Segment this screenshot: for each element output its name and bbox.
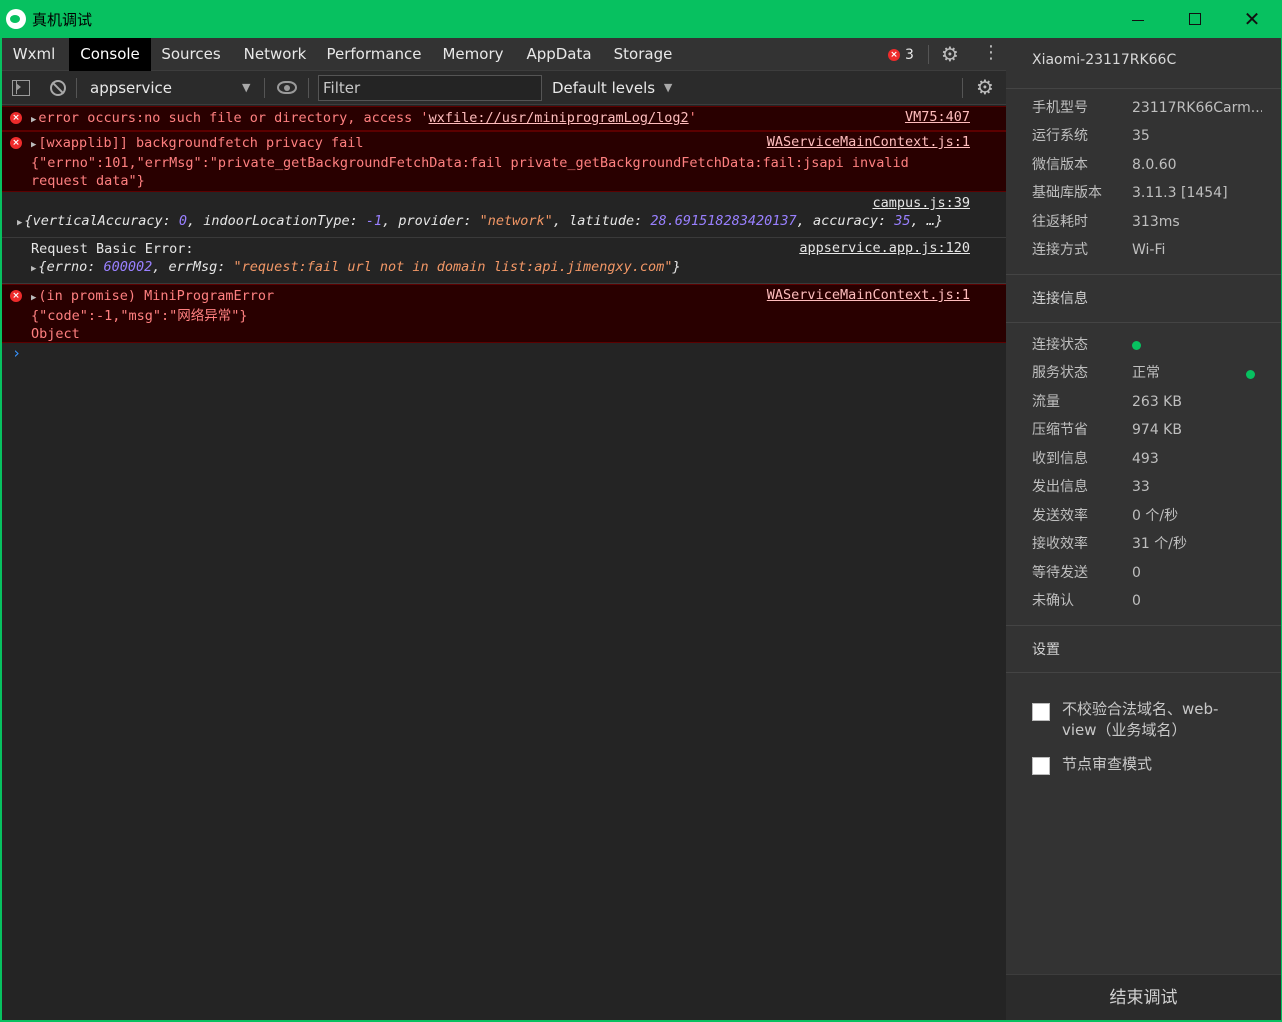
panel-divider — [1006, 625, 1281, 626]
minimize-icon — [1132, 19, 1144, 21]
close-button[interactable]: ✕ — [1224, 0, 1280, 38]
file-link[interactable]: wxfile://usr/miniprogramLog/log2 — [429, 110, 689, 126]
connection-status-dot-icon — [1132, 341, 1141, 350]
connection-info-title: 连接信息 — [1032, 291, 1088, 307]
panel-divider — [1006, 88, 1281, 89]
error-count-badge[interactable]: × 3 — [888, 47, 914, 63]
console-output: × ▶ error occurs:no such file or director… — [2, 106, 1006, 367]
skip-domain-check-label[interactable]: 不校验合法域名、web-view（业务域名） — [1062, 699, 1252, 741]
chevron-down-icon: ▼ — [663, 81, 673, 94]
console-message-error: × ▶ error occurs:no such file or director… — [2, 106, 1006, 131]
console-message-log: campus.js:39 ▶ {verticalAccuracy: 0, indo… — [2, 192, 1006, 238]
toolbar-divider — [308, 78, 309, 98]
console-message-log: Request Basic Error: appservice.app.js:1… — [2, 238, 1006, 284]
title-bar: 真机调试 ✕ — [0, 0, 1282, 38]
info-row: 微信版本 8.0.60 — [1032, 157, 1177, 173]
console-prompt-row[interactable]: › — [2, 343, 1006, 367]
info-row: 运行系统 35 — [1032, 128, 1150, 144]
expand-triangle-icon[interactable]: ▶ — [31, 264, 36, 274]
console-message-error: × ▶ [wxapplib]] backgroundfetch privacy f… — [2, 131, 1006, 192]
tab-performance[interactable]: Performance — [321, 38, 427, 71]
tab-console[interactable]: Console — [69, 38, 151, 71]
info-row: 连接方式 Wi-Fi — [1032, 242, 1166, 258]
devtools-pane: Wxml Console Sources Network Performance… — [2, 38, 1006, 1020]
console-prompt-icon: › — [12, 344, 22, 362]
service-status-dot-icon — [1246, 370, 1255, 379]
sidebar-toggle-icon[interactable] — [12, 80, 30, 96]
device-info-panel: Xiaomi-23117RK66C 手机型号 23117RK66Carm... 运… — [1006, 38, 1281, 1020]
expand-triangle-icon[interactable]: ▶ — [31, 115, 36, 125]
info-row: 连接状态 — [1032, 337, 1088, 353]
tab-appdata[interactable]: AppData — [518, 38, 600, 71]
error-icon: × — [10, 112, 22, 124]
node-inspect-label[interactable]: 节点审查模式 — [1062, 754, 1252, 775]
devtools-tab-bar: Wxml Console Sources Network Performance… — [2, 38, 1006, 71]
error-icon: × — [888, 49, 900, 61]
tab-storage[interactable]: Storage — [604, 38, 682, 71]
expand-triangle-icon[interactable]: ▶ — [31, 293, 36, 303]
console-message-error: × ▶ (in promise) MiniProgramError {"code"… — [2, 284, 1006, 343]
panel-divider — [1006, 274, 1281, 275]
log-levels-dropdown[interactable]: Default levels ▼ — [552, 75, 672, 101]
console-settings-gear-icon[interactable]: ⚙ — [976, 77, 994, 97]
chevron-down-icon: ▼ — [242, 81, 251, 94]
close-icon: ✕ — [1243, 7, 1261, 31]
settings-title: 设置 — [1032, 642, 1060, 658]
tab-memory[interactable]: Memory — [432, 38, 514, 71]
source-link[interactable]: WAServiceMainContext.js:1 — [767, 287, 970, 303]
toolbar-divider — [76, 78, 77, 98]
object-preview[interactable]: ▶ {errno: 600002, errMsg: "request:fail u… — [31, 258, 970, 278]
info-row: 基础库版本 3.11.3 [1454] — [1032, 185, 1228, 201]
maximize-button[interactable] — [1167, 0, 1223, 38]
object-preview[interactable]: ▶ {verticalAccuracy: 0, indoorLocationTyp… — [17, 212, 970, 232]
console-toolbar: appservice ▼ Default levels ▼ ⚙ — [2, 71, 1006, 105]
source-link[interactable]: WAServiceMainContext.js:1 — [767, 134, 970, 150]
error-count: 3 — [905, 47, 914, 63]
toolbar-divider — [264, 78, 265, 98]
toolbar-divider — [962, 78, 963, 98]
clear-console-icon[interactable] — [50, 80, 66, 96]
source-link[interactable]: appservice.app.js:120 — [799, 240, 970, 256]
error-icon: × — [10, 290, 22, 302]
info-row: 发送效率 0 个/秒 — [1032, 508, 1179, 524]
maximize-icon — [1189, 13, 1201, 25]
log-levels-value: Default levels — [552, 79, 656, 97]
tab-network[interactable]: Network — [233, 38, 317, 71]
info-row: 手机型号 23117RK66Carm... — [1032, 100, 1262, 116]
tab-divider — [928, 45, 929, 64]
node-inspect-checkbox[interactable] — [1032, 757, 1050, 775]
info-row: 服务状态 正常 — [1032, 365, 1160, 381]
skip-domain-check-checkbox[interactable] — [1032, 703, 1050, 721]
info-row: 等待发送 0 — [1032, 565, 1141, 581]
tab-sources[interactable]: Sources — [154, 38, 228, 71]
info-row: 未确认 0 — [1032, 593, 1141, 609]
source-link[interactable]: campus.js:39 — [872, 195, 970, 211]
info-row: 往返耗时 313ms — [1032, 214, 1180, 230]
info-row: 流量 263 KB — [1032, 394, 1182, 410]
error-icon: × — [10, 137, 22, 149]
expand-triangle-icon[interactable]: ▶ — [17, 218, 22, 228]
minimize-button[interactable] — [1110, 0, 1166, 38]
panel-divider — [1006, 672, 1281, 673]
wechat-logo-icon — [6, 9, 26, 29]
live-expression-eye-icon[interactable] — [277, 81, 297, 94]
settings-gear-icon[interactable]: ⚙ — [941, 44, 959, 64]
expand-triangle-icon[interactable]: ▶ — [31, 140, 36, 150]
more-options-icon[interactable]: ⋮ — [982, 44, 1000, 62]
info-row: 压缩节省 974 KB — [1032, 422, 1182, 438]
info-row: 收到信息 493 — [1032, 451, 1159, 467]
info-row: 接收效率 31 个/秒 — [1032, 536, 1187, 552]
context-value: appservice — [90, 79, 172, 97]
tab-wxml[interactable]: Wxml — [2, 38, 66, 71]
device-name: Xiaomi-23117RK66C — [1032, 52, 1177, 68]
end-debug-button[interactable]: 结束调试 — [1006, 974, 1281, 1020]
window-title: 真机调试 — [32, 11, 93, 29]
info-row: 发出信息 33 — [1032, 479, 1150, 495]
context-select[interactable]: appservice ▼ — [82, 75, 254, 101]
source-link[interactable]: VM75:407 — [905, 109, 970, 125]
panel-divider — [1006, 322, 1281, 323]
filter-input[interactable] — [318, 75, 542, 101]
